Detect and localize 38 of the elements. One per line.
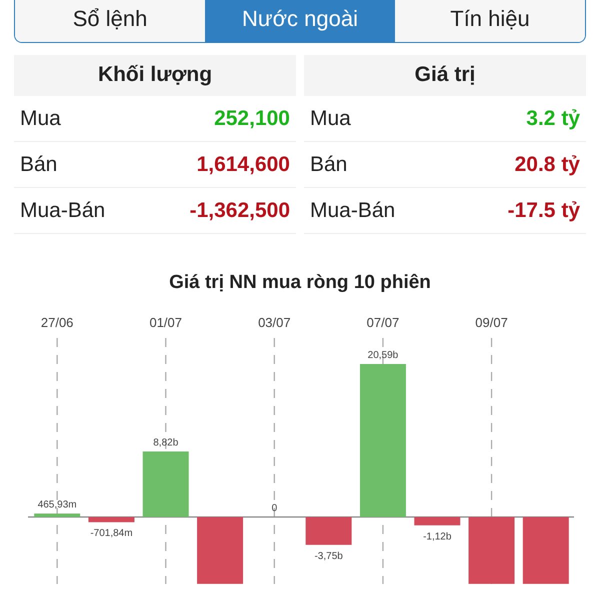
value-label: 8,82b bbox=[153, 437, 178, 448]
bar bbox=[34, 514, 80, 517]
row-value: -1,362,500 bbox=[190, 198, 290, 222]
row-value: 3.2 tỷ bbox=[526, 106, 580, 130]
x-tick-label: 03/07 bbox=[258, 315, 291, 330]
row-value: 1,614,600 bbox=[196, 152, 290, 176]
value-label: -1,12b bbox=[423, 531, 452, 542]
x-tick-label: 09/07 bbox=[475, 315, 508, 330]
value-label: -701,84m bbox=[90, 528, 133, 540]
row-value: 252,100 bbox=[214, 106, 290, 130]
chart-title: Giá trị NN mua ròng 10 phiên bbox=[168, 272, 432, 294]
bar bbox=[88, 517, 134, 522]
bar bbox=[306, 517, 352, 545]
tab[interactable]: Sổ lệnh bbox=[15, 0, 205, 42]
x-tick-label: 01/07 bbox=[149, 315, 182, 330]
bar bbox=[414, 517, 460, 526]
value-label: 465,93m bbox=[38, 500, 77, 511]
bar bbox=[468, 517, 515, 584]
bar bbox=[142, 451, 189, 517]
column-header: Giá trị bbox=[304, 55, 586, 96]
row-label: Bán bbox=[20, 152, 58, 176]
row-label: Mua-Bán bbox=[310, 198, 396, 222]
column-header: Khối lượng bbox=[14, 55, 296, 96]
value-label: 20,59b bbox=[368, 350, 398, 361]
row-value: 20.8 tỷ bbox=[514, 152, 580, 176]
row-label: Mua-Bán bbox=[20, 198, 106, 222]
bar bbox=[197, 517, 244, 584]
tab[interactable]: Tín hiệu bbox=[395, 0, 585, 42]
bar bbox=[522, 517, 569, 584]
row-label: Mua bbox=[310, 106, 351, 130]
x-tick-label: 27/06 bbox=[40, 315, 74, 330]
row-label: Bán bbox=[310, 152, 348, 176]
tab[interactable]: Nước ngoài bbox=[205, 0, 395, 42]
value-label: -3,75b bbox=[314, 550, 343, 562]
value-label: 0 bbox=[272, 503, 278, 514]
row-label: Mua bbox=[20, 106, 61, 130]
x-tick-label: 07/07 bbox=[366, 315, 400, 330]
row-value: -17.5 tỷ bbox=[508, 198, 580, 222]
